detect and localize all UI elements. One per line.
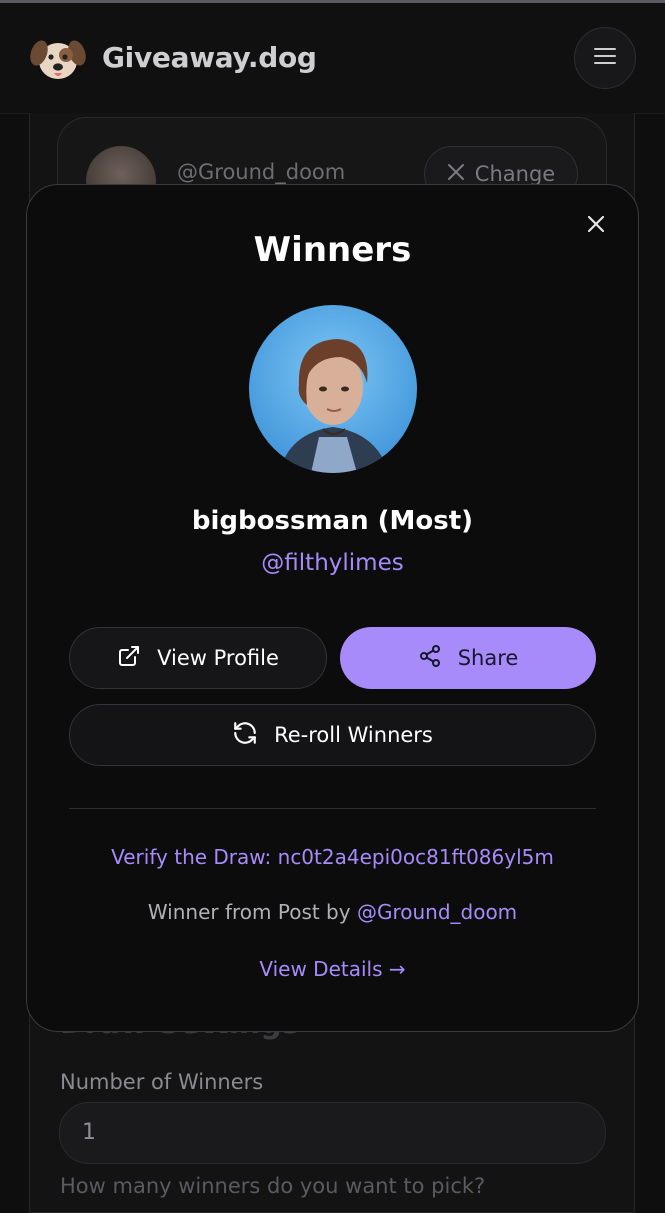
view-profile-label: View Profile [157, 646, 279, 670]
share-icon [418, 644, 442, 673]
menu-button[interactable] [574, 27, 636, 89]
number-of-winners-hint: How many winners do you want to pick? [60, 1174, 486, 1198]
winner-source-text: Winner from Post by @Ground_doom [0, 900, 665, 924]
view-details-link[interactable]: View Details → [0, 957, 665, 981]
brand-name[interactable]: Giveaway.dog [102, 41, 317, 74]
external-link-icon [117, 644, 141, 673]
selected-user-handle: @Ground_doom [177, 160, 346, 184]
refresh-icon [232, 720, 258, 751]
winner-source-prefix: Winner from Post by [147, 900, 351, 924]
modal-divider [69, 808, 596, 809]
modal-title: Winners [253, 230, 412, 270]
winner-handle-link[interactable]: @filthylimes [0, 550, 665, 576]
verify-draw-link[interactable]: Verify the Draw: nc0t2a4epi0oc81ft086yl5… [0, 845, 665, 869]
navbar: Giveaway.dog [0, 3, 665, 114]
post-author-link[interactable]: @Ground_doom [357, 900, 517, 924]
share-button[interactable]: Share [340, 627, 596, 689]
winner-name: bigbossman (Most) [191, 506, 474, 536]
number-of-winners-label: Number of Winners [60, 1070, 264, 1094]
change-label: Change [474, 162, 556, 186]
share-label: Share [457, 646, 519, 670]
dog-face-icon[interactable] [30, 35, 86, 83]
winner-avatar [249, 305, 417, 473]
number-of-winners-input[interactable]: 1 [59, 1102, 606, 1164]
view-profile-button[interactable]: View Profile [69, 627, 327, 689]
close-icon [447, 162, 465, 186]
reroll-winners-button[interactable]: Re-roll Winners [69, 704, 596, 766]
hamburger-menu-icon [594, 47, 616, 69]
reroll-label: Re-roll Winners [274, 723, 433, 747]
